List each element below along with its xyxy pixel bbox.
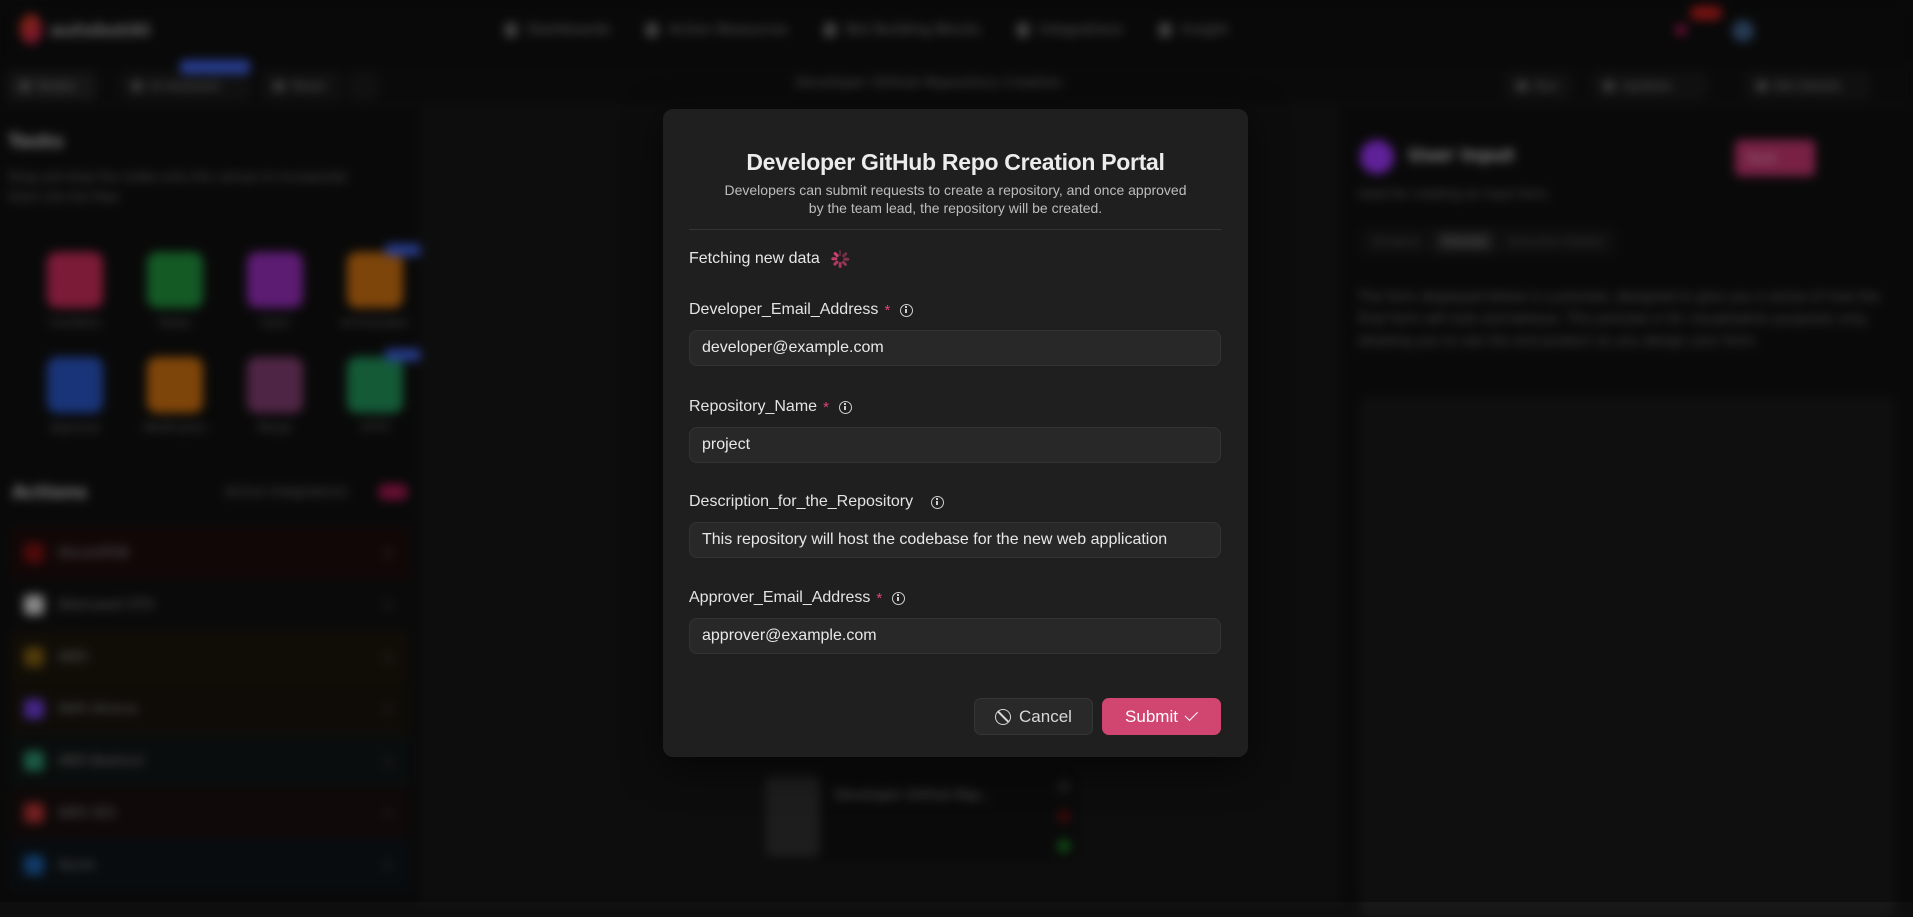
info-icon[interactable] — [900, 304, 913, 317]
info-icon[interactable] — [931, 496, 944, 509]
fetching-status: Fetching new data — [689, 249, 850, 269]
field-label: Description_for_the_Repository — [689, 493, 913, 511]
field-developer-email: Developer_Email_Address * — [689, 299, 1221, 366]
required-marker: * — [823, 399, 829, 416]
field-label: Developer_Email_Address — [689, 301, 878, 319]
status-text: Fetching new data — [689, 250, 820, 268]
submit-button[interactable]: Submit — [1102, 698, 1221, 735]
spinner-petal — [831, 258, 837, 261]
field-repository-name: Repository_Name * — [689, 396, 1221, 463]
modal-title: Developer GitHub Repo Creation Portal — [663, 149, 1248, 176]
approver-email-input[interactable] — [689, 618, 1221, 654]
field-approver-email: Approver_Email_Address * — [689, 587, 1221, 654]
required-marker: * — [884, 302, 890, 319]
repository-name-input[interactable] — [689, 427, 1221, 463]
check-icon — [1185, 708, 1198, 721]
field-repository-description: Description_for_the_Repository — [689, 491, 1221, 558]
spinner-petal — [833, 260, 839, 266]
loading-spinner-icon — [830, 249, 850, 269]
cancel-button[interactable]: Cancel — [974, 698, 1093, 735]
modal-description: Developers can submit requests to create… — [723, 181, 1188, 217]
developer-email-input[interactable] — [689, 330, 1221, 366]
info-icon[interactable] — [892, 592, 905, 605]
spinner-petal — [839, 262, 842, 268]
repository-description-input[interactable] — [689, 522, 1221, 558]
spinner-petal — [841, 260, 847, 266]
form-modal: Developer GitHub Repo Creation Portal De… — [663, 109, 1248, 757]
info-icon[interactable] — [839, 401, 852, 414]
ban-icon — [995, 709, 1011, 725]
field-label: Repository_Name — [689, 398, 817, 416]
divider — [689, 229, 1221, 230]
required-marker: * — [876, 590, 882, 607]
field-label: Approver_Email_Address — [689, 589, 870, 607]
